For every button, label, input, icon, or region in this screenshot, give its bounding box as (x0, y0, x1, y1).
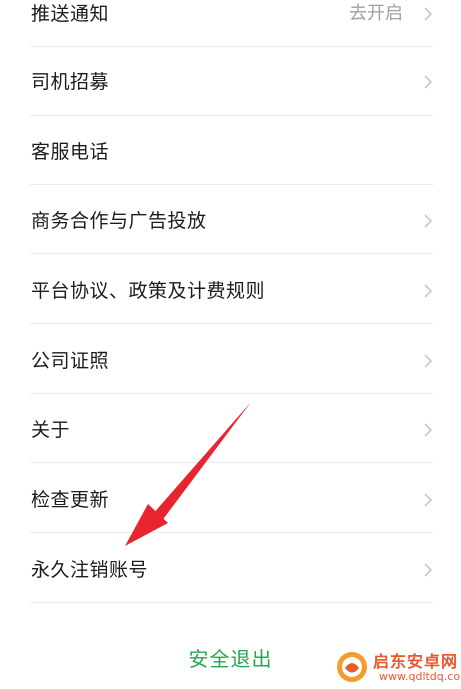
chevron-right-icon (424, 493, 433, 507)
settings-item-check-update[interactable]: 检查更新 (0, 464, 461, 533)
settings-item-label: 司机招募 (31, 71, 110, 93)
chevron-right-icon (424, 563, 433, 577)
divider (30, 462, 433, 463)
settings-page: 推送通知 去开启 司机招募 客服电话 商务合作与广告投放 平台协议、政策及计费规… (0, 0, 461, 689)
divider (30, 323, 433, 324)
settings-item-business-cooperation[interactable]: 商务合作与广告投放 (0, 185, 461, 254)
settings-item-label: 客服电话 (31, 141, 110, 163)
divider (30, 532, 433, 533)
settings-item-label: 公司证照 (31, 350, 110, 372)
watermark-name: 启东安卓网 (373, 652, 459, 671)
settings-item-delete-account[interactable]: 永久注销账号 (0, 534, 461, 603)
settings-item-push-notification[interactable]: 推送通知 去开启 (0, 0, 461, 47)
settings-item-label: 永久注销账号 (31, 559, 149, 581)
settings-item-label: 推送通知 (31, 3, 110, 25)
settings-item-driver-recruitment[interactable]: 司机招募 (0, 47, 461, 116)
watermark-url: www.qdltdq.com (379, 670, 461, 683)
settings-item-label: 平台协议、政策及计费规则 (31, 280, 266, 302)
chevron-right-icon (424, 75, 433, 89)
settings-item-company-license[interactable]: 公司证照 (0, 325, 461, 394)
settings-item-customer-service-phone[interactable]: 客服电话 (0, 116, 461, 185)
settings-item-value: 去开启 (349, 3, 403, 24)
chevron-right-icon (424, 354, 433, 368)
settings-item-label: 检查更新 (31, 489, 110, 511)
chevron-right-icon (424, 7, 433, 21)
watermark: 启东安卓网 www.qdltdq.com (335, 648, 461, 689)
chevron-right-icon (424, 214, 433, 228)
settings-item-platform-agreements[interactable]: 平台协议、政策及计费规则 (0, 255, 461, 324)
chevron-right-icon (424, 284, 433, 298)
settings-item-label: 关于 (31, 419, 71, 441)
settings-item-label: 商务合作与广告投放 (31, 210, 207, 232)
watermark-logo-icon (337, 652, 367, 682)
divider (30, 602, 433, 603)
settings-item-about[interactable]: 关于 (0, 394, 461, 463)
divider (30, 253, 433, 254)
chevron-right-icon (424, 423, 433, 437)
